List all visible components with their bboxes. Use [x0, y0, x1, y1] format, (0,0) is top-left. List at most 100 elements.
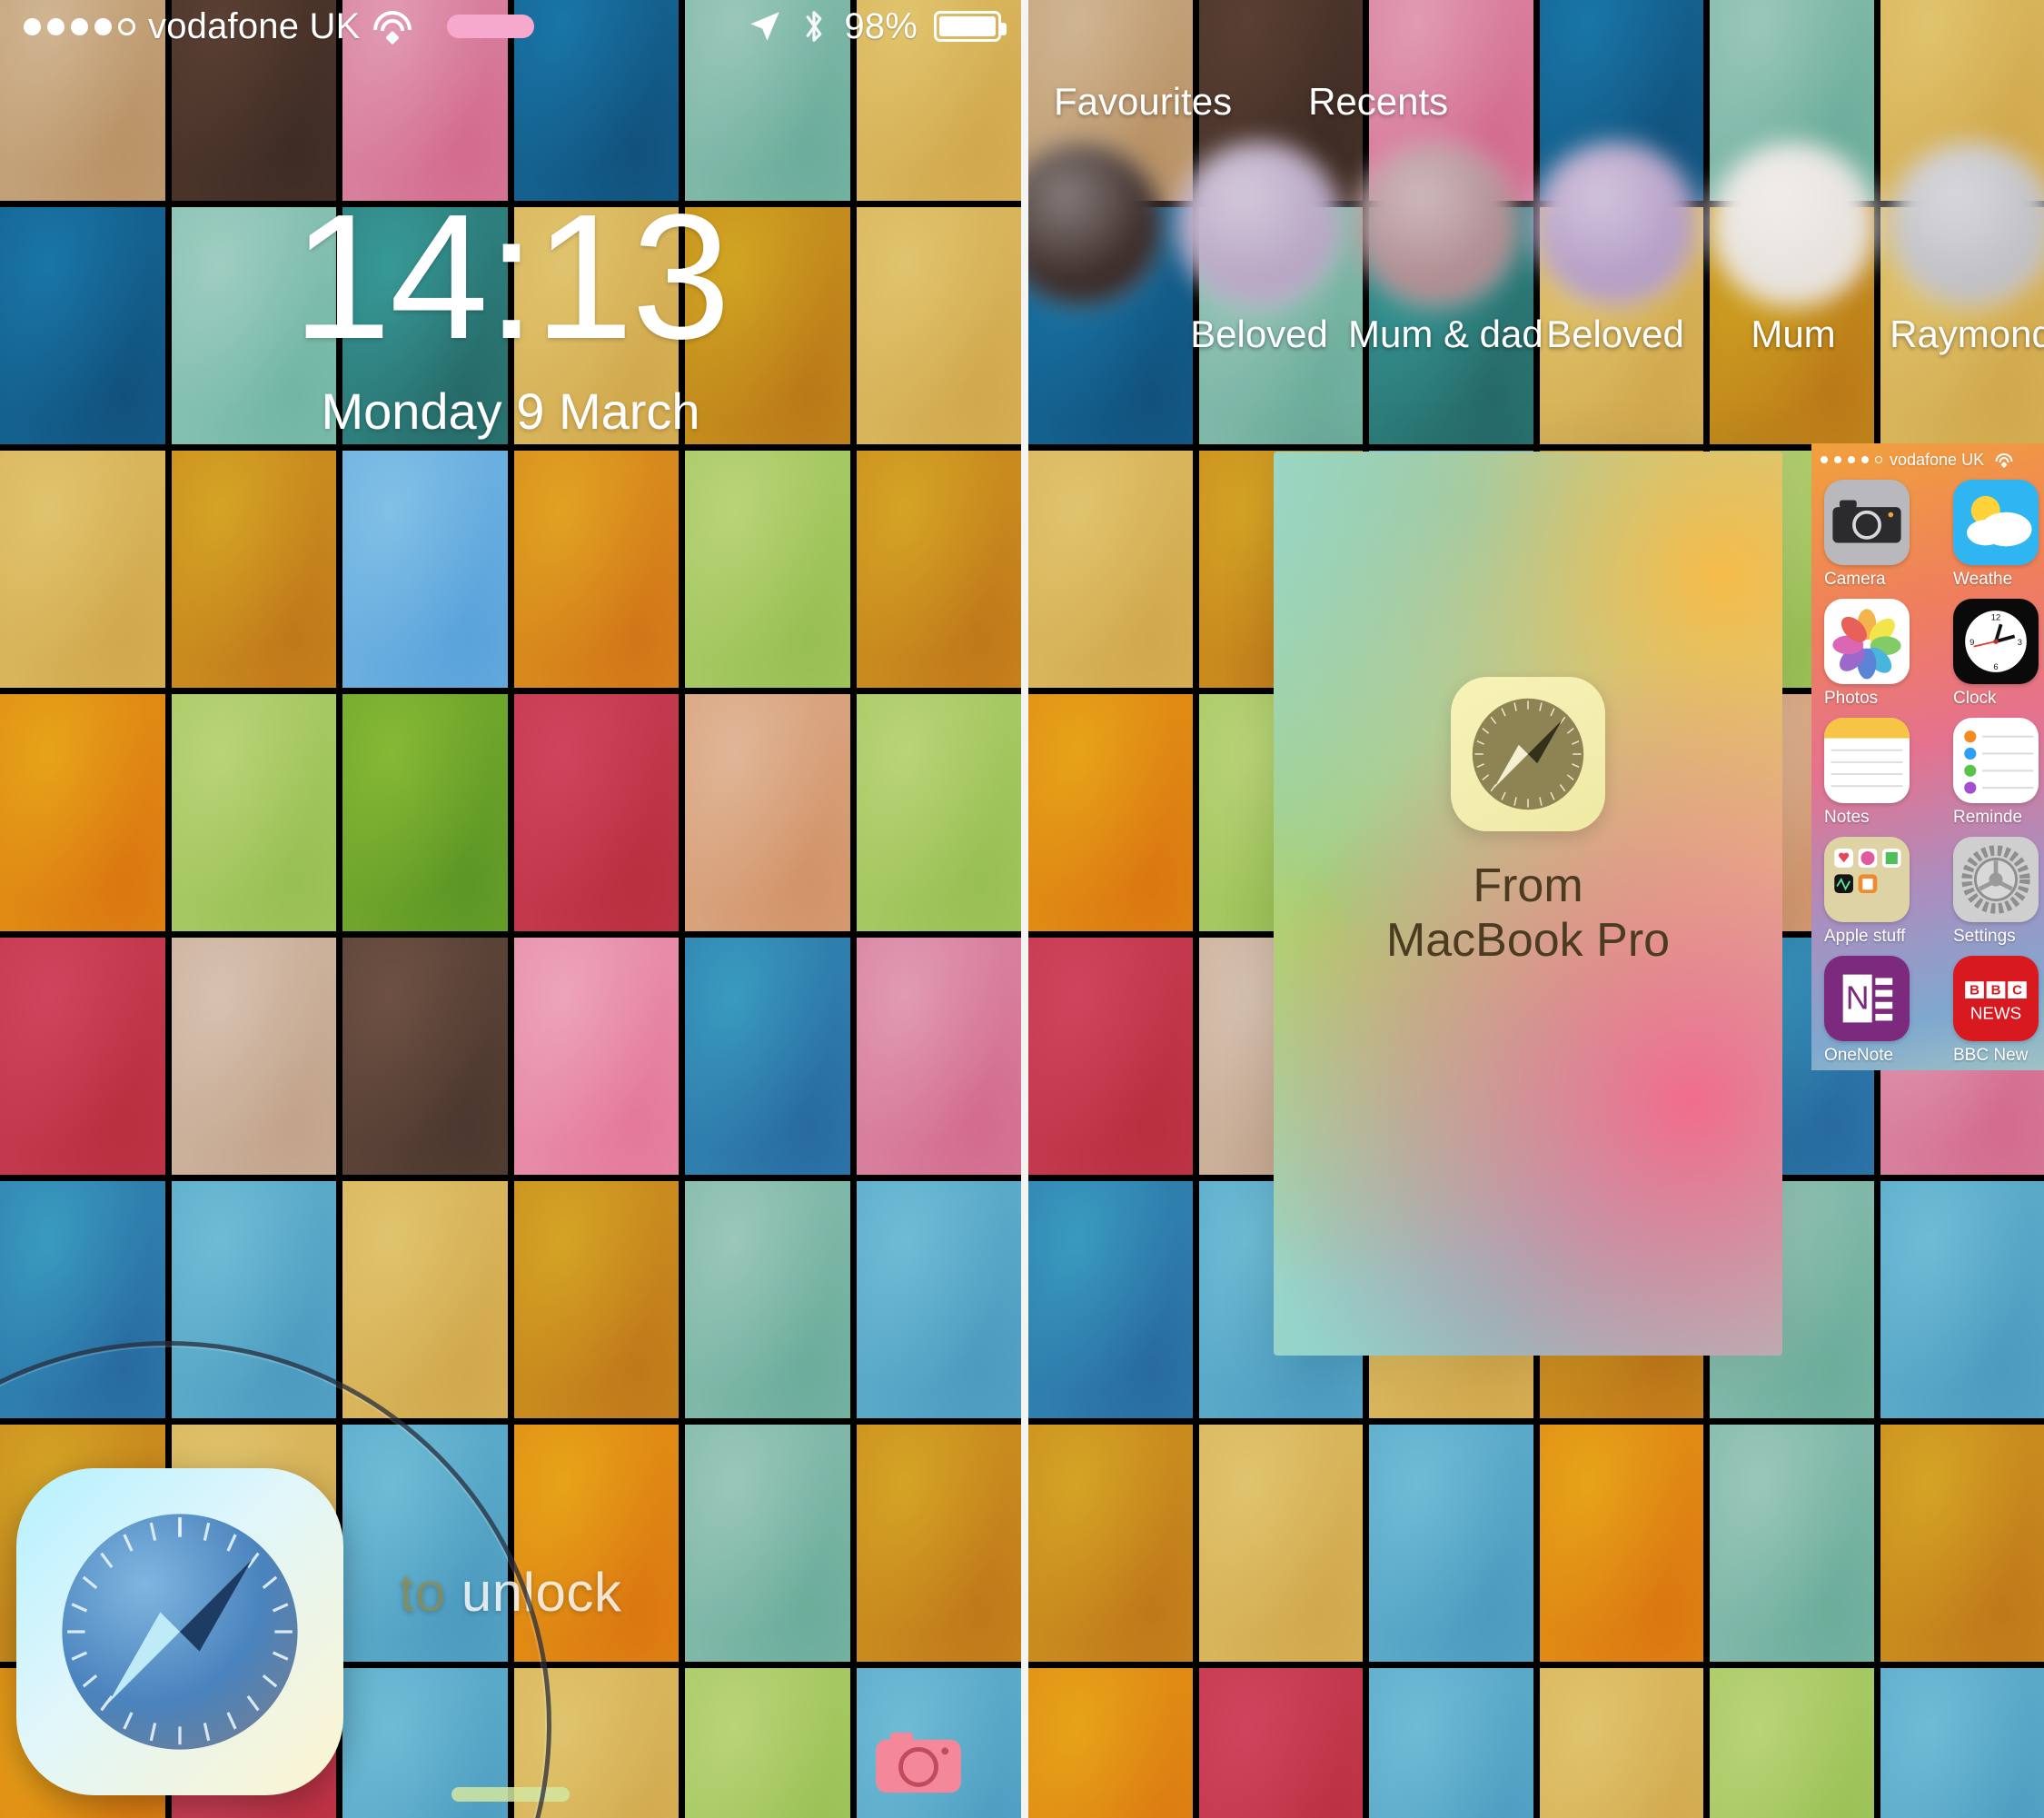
wallpaper-tile — [1369, 1425, 1533, 1662]
camera-icon[interactable] — [874, 1727, 963, 1798]
bbc-news-app-icon: B B C NEWS — [1953, 956, 2039, 1041]
contact-item[interactable]: Beloved — [1170, 144, 1348, 356]
contact-item[interactable]: Mum — [1704, 144, 1882, 356]
wallpaper-tile — [513, 694, 679, 931]
contact-item[interactable] — [1028, 144, 1170, 313]
app-icon-item[interactable]: Weathe — [1953, 480, 2039, 590]
signal-dot — [1861, 456, 1869, 463]
wallpaper-tile — [1028, 1425, 1193, 1662]
app-label: Apple stuff — [1824, 927, 1906, 946]
contact-item[interactable]: Mum & dad — [1348, 144, 1543, 356]
battery-percent-label: 98% — [844, 5, 918, 46]
svg-text:6: 6 — [1993, 661, 1998, 671]
wallpaper-tile — [1198, 1425, 1363, 1662]
status-bar-left: vodafone UK — [0, 6, 535, 47]
app-icon-item[interactable]: Settings — [1953, 837, 2039, 947]
wallpaper-tile — [685, 1668, 850, 1818]
wallpaper-tile — [1539, 1668, 1703, 1818]
app-icon-rows: Camera Weathe Photos 12 6 9 3 Clock Notes Reminde… — [1811, 476, 2044, 1070]
wallpaper-tile — [856, 451, 1021, 688]
avatar — [1178, 144, 1340, 305]
wallpaper-tile — [1710, 1668, 1874, 1818]
app-grid-status-bar: vodafone UK — [1811, 443, 2044, 476]
app-icon-item[interactable]: Notes — [1824, 718, 1910, 828]
wallpaper-tile — [685, 938, 850, 1175]
handoff-card[interactable]: From MacBook Pro — [1274, 452, 1782, 1356]
app-icon-item[interactable]: Reminde — [1953, 718, 2039, 828]
wallpaper-tile — [171, 938, 336, 1175]
svg-text:C: C — [2012, 982, 2022, 998]
safari-compass-icon[interactable] — [16, 1468, 343, 1795]
carrier-label: vodafone UK — [1890, 450, 1985, 469]
svg-text:N: N — [1846, 979, 1870, 1016]
clock-app-icon: 12 6 9 3 — [1953, 599, 2039, 684]
lock-date: Monday 9 March — [321, 382, 700, 441]
tray-heading[interactable]: Recents — [1308, 80, 1448, 124]
svg-text:NEWS: NEWS — [1970, 1004, 2021, 1023]
wifi-icon — [372, 11, 412, 45]
signal-dot — [94, 17, 112, 35]
wallpaper-tile — [1198, 1668, 1363, 1818]
app-icon-item[interactable]: 12 6 9 3 Clock — [1953, 599, 2039, 709]
wallpaper-tile — [171, 451, 336, 688]
wallpaper-tile — [685, 451, 850, 688]
svg-text:B: B — [1970, 982, 1980, 998]
battery-full-icon — [934, 11, 1007, 42]
wallpaper-tile — [513, 1181, 679, 1418]
avatar — [1712, 144, 1874, 305]
contacts-list: Beloved Mum & dad Beloved Mum Raymond — [1028, 144, 2044, 356]
wallpaper-tile — [685, 1425, 850, 1662]
app-label: Photos — [1824, 689, 1879, 708]
signal-dot — [118, 17, 135, 35]
wallpaper-tile — [342, 451, 508, 688]
wallpaper-tile — [1028, 938, 1193, 1175]
app-label: Clock — [1953, 689, 1997, 708]
wallpaper-tile — [1028, 451, 1193, 688]
photos-app-icon — [1824, 599, 1910, 684]
contact-item[interactable]: Raymond — [1882, 144, 2044, 356]
signal-dot — [1875, 456, 1882, 463]
settings-gear-icon — [1953, 837, 2039, 922]
contact-name: Raymond — [1890, 313, 2044, 355]
app-label: Weathe — [1953, 570, 2013, 589]
signal-strength-icon — [1821, 456, 1882, 463]
wallpaper-tile — [1880, 1181, 2044, 1418]
wallpaper-tile — [171, 694, 336, 931]
wallpaper-tile — [0, 938, 165, 1175]
home-screen-app-grid: vodafone UK Camera Weathe Photos 12 6 9 3 Clock… — [1811, 443, 2044, 1070]
app-icon-item[interactable]: Apple stuff — [1824, 837, 1910, 947]
svg-text:12: 12 — [1991, 612, 2000, 622]
app-icon-item[interactable]: N OneNote — [1824, 956, 1910, 1066]
app-icon-item[interactable]: Camera — [1824, 480, 1910, 590]
avatar — [1028, 144, 1162, 305]
wallpaper-tile — [1539, 1425, 1703, 1662]
lock-time: 14:13 — [292, 177, 730, 376]
wallpaper-tile — [1710, 1425, 1874, 1662]
contact-name: Beloved — [1190, 313, 1328, 355]
onenote-app-icon: N — [1824, 956, 1910, 1041]
app-icon-item[interactable]: B B C NEWS BBC New — [1953, 956, 2039, 1066]
wallpaper-tile — [1028, 1181, 1193, 1418]
wallpaper-tile — [685, 694, 850, 931]
folder-icon — [1824, 837, 1910, 922]
wallpaper-tile — [342, 1181, 508, 1418]
app-icon-item[interactable]: Photos — [1824, 599, 1910, 709]
wallpaper-tile — [1880, 1425, 2044, 1662]
contact-item[interactable]: Beloved — [1526, 144, 1704, 356]
wallpaper-tile — [856, 1425, 1021, 1662]
app-row: Photos 12 6 9 3 Clock — [1824, 599, 2044, 709]
panel-divider — [1021, 0, 1028, 1818]
contact-name: Mum & dad — [1348, 313, 1543, 355]
screenshot-root: vodafone UK 98% 14:13 Monday 9 March to … — [0, 0, 2044, 1818]
wallpaper-tile — [1028, 694, 1193, 931]
signal-dot — [1821, 456, 1828, 463]
handoff-line1: From — [1473, 859, 1583, 912]
app-row: Camera Weathe — [1824, 480, 2044, 590]
tray-heading[interactable]: Favourites — [1054, 80, 1232, 124]
app-row: N OneNote B B C NEWS BBC New — [1824, 956, 2044, 1066]
wallpaper-tile — [1369, 1668, 1533, 1818]
signal-dot — [71, 17, 88, 35]
app-label: BBC New — [1953, 1046, 2029, 1065]
signal-dot — [1848, 456, 1855, 463]
weather-app-icon — [1953, 480, 2039, 565]
